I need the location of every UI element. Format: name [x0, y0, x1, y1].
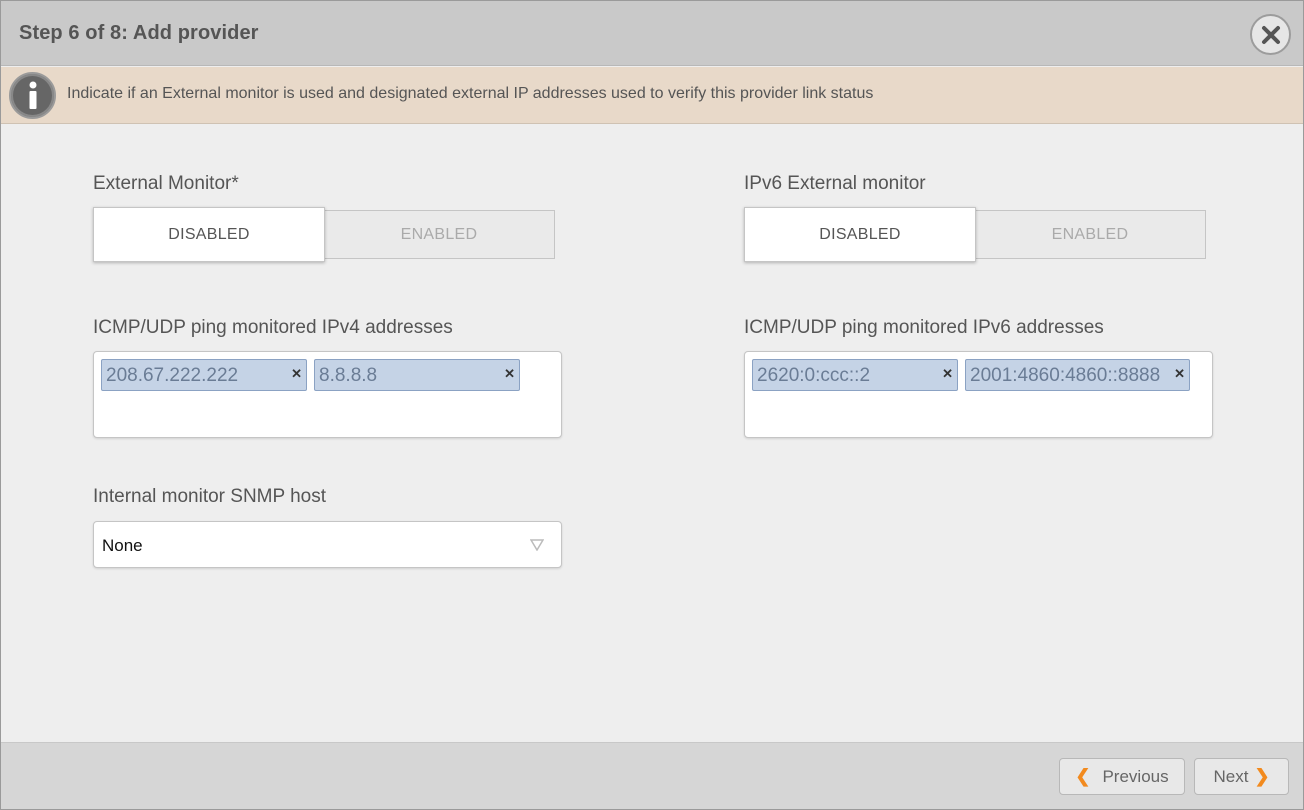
ipv6-addresses-input[interactable]: 2620:0:ccc::2 ✕ 2001:4860:4860::8888 ✕ — [744, 351, 1213, 438]
info-banner: Indicate if an External monitor is used … — [1, 67, 1303, 124]
ipv6-external-monitor-enabled-option[interactable]: ENABLED — [974, 210, 1206, 259]
info-icon — [9, 72, 56, 119]
tag-label: 8.8.8.8 — [319, 365, 378, 386]
external-monitor-disabled-option[interactable]: DISABLED — [93, 207, 325, 262]
dialog-footer: ❮ Previous Next ❯ — [1, 742, 1303, 809]
ipv4-tag: 208.67.222.222 ✕ — [101, 359, 307, 391]
ipv6-tag: 2001:4860:4860::8888 ✕ — [965, 359, 1190, 391]
tag-remove-icon[interactable]: ✕ — [291, 366, 302, 382]
tag-remove-icon[interactable]: ✕ — [942, 366, 953, 382]
external-monitor-enabled-option[interactable]: ENABLED — [323, 210, 555, 259]
info-text: Indicate if an External monitor is used … — [67, 85, 874, 102]
chevron-left-icon: ❮ — [1075, 766, 1091, 786]
dropdown-arrow-icon — [530, 539, 544, 551]
snmp-host-value: None — [102, 536, 143, 555]
chevron-right-icon: ❯ — [1254, 766, 1270, 786]
ipv6-tag: 2620:0:ccc::2 ✕ — [752, 359, 958, 391]
close-icon — [1261, 25, 1280, 44]
ipv4-addresses-input[interactable]: 208.67.222.222 ✕ 8.8.8.8 ✕ — [93, 351, 562, 438]
snmp-host-select[interactable]: None — [93, 521, 562, 568]
snmp-host-label: Internal monitor SNMP host — [93, 486, 327, 507]
ipv6-addresses-label: ICMP/UDP ping monitored IPv6 addresses — [744, 317, 1104, 338]
ipv6-external-monitor-toggle: DISABLED ENABLED — [744, 207, 1206, 262]
close-button[interactable] — [1250, 14, 1291, 55]
next-label: Next — [1213, 766, 1249, 786]
dialog-header: Step 6 of 8: Add provider — [1, 1, 1303, 66]
ipv4-addresses-label: ICMP/UDP ping monitored IPv4 addresses — [93, 317, 453, 338]
next-button[interactable]: Next ❯ — [1194, 758, 1289, 795]
tag-label: 208.67.222.222 — [106, 365, 239, 386]
ipv6-external-monitor-disabled-option[interactable]: DISABLED — [744, 207, 976, 262]
tag-remove-icon[interactable]: ✕ — [504, 366, 515, 382]
ipv4-tag: 8.8.8.8 ✕ — [314, 359, 520, 391]
previous-button[interactable]: ❮ Previous — [1059, 758, 1185, 795]
ipv6-external-monitor-label: IPv6 External monitor — [744, 173, 926, 194]
add-provider-dialog: Step 6 of 8: Add provider Indicate if an… — [0, 0, 1304, 810]
dialog-title: Step 6 of 8: Add provider — [19, 22, 259, 44]
tag-label: 2620:0:ccc::2 — [757, 365, 871, 386]
tag-label: 2001:4860:4860::8888 — [970, 365, 1161, 386]
external-monitor-label: External Monitor* — [93, 173, 239, 194]
tag-remove-icon[interactable]: ✕ — [1174, 366, 1185, 382]
previous-label: Previous — [1102, 766, 1169, 786]
external-monitor-toggle: DISABLED ENABLED — [93, 207, 555, 262]
